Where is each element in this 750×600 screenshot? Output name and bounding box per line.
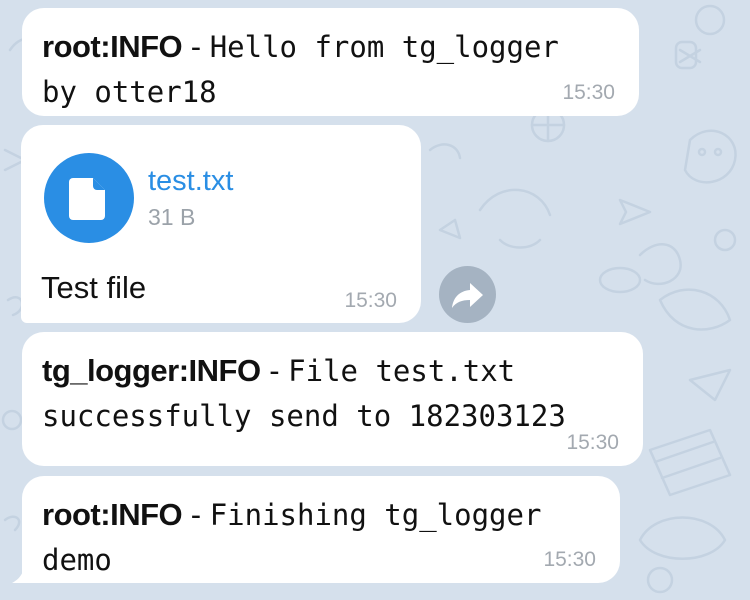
- message-text: root:INFO - Hello from tg_logger by otte…: [42, 24, 559, 115]
- log-message: File test.txt: [288, 354, 516, 388]
- timestamp: 15:30: [543, 548, 596, 571]
- message-bubble[interactable]: root:INFO - Finishing tg_logger demo 15:…: [22, 476, 620, 583]
- separator: -: [182, 29, 210, 64]
- log-message-continued: by otter18: [42, 75, 217, 109]
- timestamp: 15:30: [344, 289, 397, 312]
- share-forward-button[interactable]: [439, 266, 496, 323]
- separator: -: [182, 497, 210, 532]
- file-size: 31 B: [148, 204, 196, 230]
- separator: -: [260, 353, 289, 388]
- message-text: tg_logger:INFO - File test.txt successfu…: [42, 348, 566, 439]
- file-name-link[interactable]: test.txt: [148, 165, 233, 198]
- message-bubble[interactable]: root:INFO - Hello from tg_logger by otte…: [22, 8, 639, 116]
- log-message-continued: successfully send to 182303123: [42, 399, 566, 433]
- document-icon[interactable]: [44, 153, 134, 243]
- log-message: Hello from tg_logger: [209, 30, 559, 64]
- message-text: root:INFO - Finishing tg_logger demo: [42, 492, 541, 583]
- log-level-tag: root:INFO: [42, 497, 183, 532]
- timestamp: 15:30: [562, 81, 615, 104]
- file-caption: Test file: [41, 270, 147, 305]
- log-message: Finishing tg_logger: [209, 498, 542, 532]
- log-level-tag: root:INFO: [42, 29, 183, 64]
- timestamp: 15:30: [566, 431, 619, 454]
- log-message-continued: demo: [42, 543, 112, 577]
- file-message-bubble[interactable]: test.txt 31 B Test file 15:30: [21, 125, 421, 323]
- share-forward-icon: [452, 283, 483, 308]
- message-bubble[interactable]: tg_logger:INFO - File test.txt successfu…: [22, 332, 643, 466]
- log-level-tag: tg_logger:INFO: [42, 353, 261, 388]
